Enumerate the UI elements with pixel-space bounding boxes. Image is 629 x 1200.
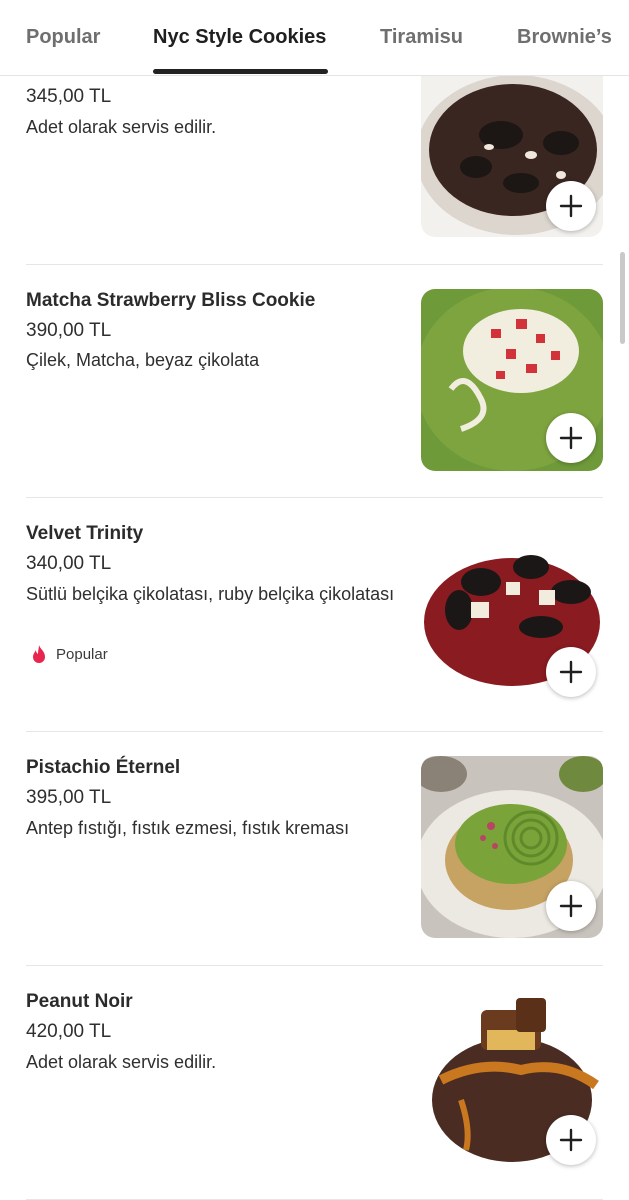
add-to-cart-button[interactable] (546, 881, 596, 931)
item-name: Peanut Noir (26, 991, 133, 1012)
item-price: 390,00 TL (26, 320, 112, 341)
plus-icon (559, 426, 583, 450)
add-to-cart-button[interactable] (546, 181, 596, 231)
badge-label: Popular (56, 645, 108, 663)
tab-nyc-style-cookies[interactable]: Nyc Style Cookies (153, 26, 326, 49)
item-price: 420,00 TL (26, 1021, 112, 1042)
item-price: 395,00 TL (26, 787, 112, 808)
tab-brownies[interactable]: Brownie’s (517, 26, 612, 49)
item-description: Adet olarak servis edilir. (26, 117, 217, 137)
item-description: Antep fıstığı, fıstık ezmesi, fıstık kre… (26, 818, 350, 838)
menu-item[interactable]: Pistachio Éternel 395,00 TL Antep fıstığ… (0, 732, 629, 966)
item-description: Sütlü belçika çikolatası, ruby belçika ç… (26, 584, 395, 604)
item-name: Pistachio Éternel (26, 757, 181, 778)
popular-badge: Popular (30, 644, 108, 664)
plus-icon (559, 1128, 583, 1152)
item-description: Çilek, Matcha, beyaz çikolata (26, 350, 260, 370)
flame-icon (33, 645, 45, 663)
tab-popular[interactable]: Popular (26, 26, 100, 49)
item-name: Matcha Strawberry Bliss Cookie (26, 290, 316, 311)
item-price: 340,00 TL (26, 553, 112, 574)
add-to-cart-button[interactable] (546, 647, 596, 697)
add-to-cart-button[interactable] (546, 413, 596, 463)
tab-tiramisu[interactable]: Tiramisu (380, 26, 463, 49)
add-to-cart-button[interactable] (546, 1115, 596, 1165)
menu-item[interactable]: Matcha Strawberry Bliss Cookie 390,00 TL… (0, 265, 629, 498)
menu-item[interactable]: Peanut Noir 420,00 TL Adet olarak servis… (0, 966, 629, 1200)
item-price: 345,00 TL (26, 86, 112, 107)
item-description: Adet olarak servis edilir. (26, 1052, 217, 1072)
menu-item[interactable]: Velvet Trinity 340,00 TL Sütlü belçika ç… (0, 498, 629, 732)
plus-icon (559, 194, 583, 218)
item-name: Velvet Trinity (26, 523, 144, 544)
active-tab-indicator (153, 69, 328, 74)
category-tab-bar: Popular Nyc Style Cookies Tiramisu Brown… (0, 0, 629, 76)
plus-icon (559, 894, 583, 918)
plus-icon (559, 660, 583, 684)
